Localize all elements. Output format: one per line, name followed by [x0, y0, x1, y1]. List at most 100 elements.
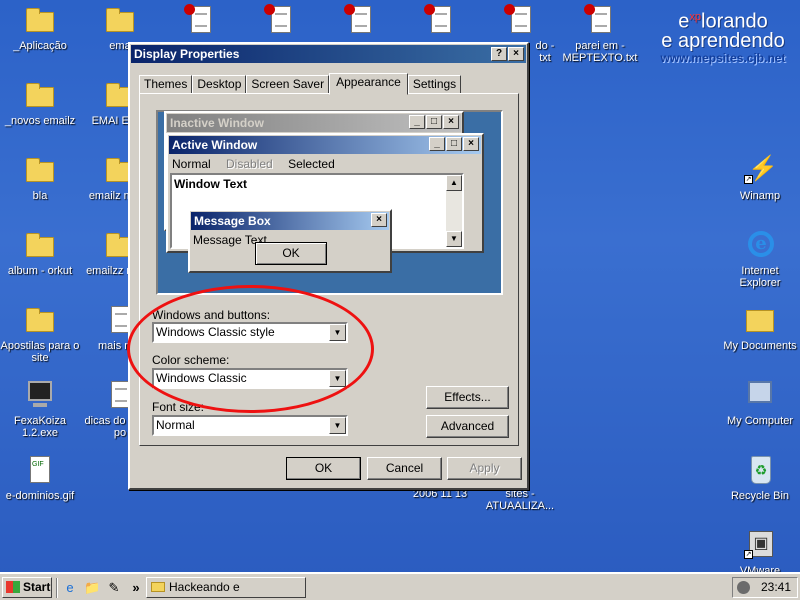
preview-menu-bar: Normal Disabled Selected	[168, 155, 482, 173]
dialog-tabs: Themes Desktop Screen Saver Appearance S…	[139, 73, 462, 95]
desktop-icon-vmware[interactable]: ▣ ↗ VMware	[720, 529, 800, 577]
desktop-icon-winamp[interactable]: ⚡ ↗ Winamp	[720, 154, 800, 203]
appearance-preview: Inactive Window _ □ × Active Window _ □ …	[156, 110, 503, 295]
pin-icon	[584, 4, 595, 15]
preview-menu-selected: Selected	[288, 157, 335, 171]
desktop-icon-recycle-bin[interactable]: ♻ Recycle Bin	[720, 454, 800, 502]
desktop-icon-text-file[interactable]	[160, 4, 240, 40]
pin-icon	[184, 4, 195, 15]
folder-icon[interactable]: 📁	[84, 580, 100, 596]
desktop-icon-sites-atualiza[interactable]: sites - ATUAALIZA...	[480, 488, 560, 512]
ok-button[interactable]: OK	[286, 457, 361, 480]
start-button[interactable]: Start	[2, 577, 52, 598]
cancel-button[interactable]: Cancel	[367, 457, 442, 480]
close-icon: ×	[463, 137, 479, 151]
preview-inactive-titlebar: Inactive Window _ □ ×	[167, 114, 461, 132]
windows-buttons-value: Windows Classic style	[156, 325, 275, 339]
folder-icon	[26, 308, 54, 332]
desktop-icon-label: Winamp	[739, 190, 781, 202]
my-documents-icon	[746, 310, 774, 332]
maximize-icon: □	[446, 137, 462, 151]
preview-window-text: Window Text	[174, 177, 247, 191]
desktop-icon-novos-emailz[interactable]: _novos emailz	[0, 79, 80, 127]
close-button[interactable]: ×	[508, 47, 524, 61]
close-icon: ×	[371, 213, 387, 227]
my-computer-icon	[748, 381, 772, 403]
preview-active-title: Active Window	[172, 138, 258, 152]
desktop-icon-text-file[interactable]	[240, 4, 320, 40]
desktop-icon-label: FexaKoiza 1.2.exe	[14, 415, 66, 439]
tab-themes[interactable]: Themes	[139, 75, 193, 94]
preview-scrollbar: ▲ ▼	[446, 175, 462, 247]
desktop-icon-aplicacao[interactable]: _Aplicação	[0, 4, 80, 52]
appearance-panel: Inactive Window _ □ × Active Window _ □ …	[139, 93, 519, 446]
advanced-button[interactable]: Advanced	[426, 415, 509, 438]
tab-appearance[interactable]: Appearance	[329, 73, 408, 95]
desktop-icon-label: My Documents	[723, 340, 797, 352]
desktop-icon-e-dominios[interactable]: e-dominios.gif	[0, 454, 80, 502]
edit-icon[interactable]: ✎	[106, 580, 122, 596]
minimize-icon: _	[429, 137, 445, 151]
desktop-icon-label: bla	[32, 190, 48, 202]
preview-active-titlebar: Active Window _ □ ×	[169, 136, 481, 154]
brand-line-1: explorando	[678, 10, 768, 33]
preview-inactive-title: Inactive Window	[170, 116, 264, 130]
tab-desktop[interactable]: Desktop	[192, 75, 247, 94]
tab-settings[interactable]: Settings	[407, 75, 462, 94]
preview-ok-button: OK	[255, 242, 327, 265]
apply-button[interactable]: Apply	[447, 457, 522, 480]
desktop-icon-label: sites - ATUAALIZA...	[485, 488, 555, 512]
pin-icon	[504, 4, 515, 15]
desktop-icon-text-file[interactable]	[400, 4, 480, 40]
chevron-right-icon[interactable]: »	[128, 580, 144, 596]
desktop-icon-fexakoiza[interactable]: FexaKoiza 1.2.exe	[0, 379, 80, 439]
preview-message-box-title: Message Box	[194, 214, 271, 228]
folder-icon	[26, 158, 54, 182]
desktop-icon-album-orkut[interactable]: album - orkut	[0, 229, 80, 277]
font-size-select[interactable]: Normal ▼	[152, 415, 348, 436]
taskbar-separator	[56, 578, 58, 598]
desktop-icon-parei-em[interactable]: parei em - MEPTEXTO.txt	[560, 4, 640, 64]
desktop-icon-internet-explorer[interactable]: e Internet Explorer	[720, 229, 800, 289]
folder-icon	[151, 582, 165, 592]
computer-program-icon	[28, 381, 52, 407]
display-properties-dialog: Display Properties ? × Themes Desktop Sc…	[128, 42, 529, 490]
maximize-icon: □	[426, 115, 442, 129]
color-scheme-value: Windows Classic	[156, 371, 247, 385]
internet-explorer-icon[interactable]: e	[62, 580, 78, 596]
recycle-bin-icon: ♻	[751, 456, 771, 484]
color-scheme-select[interactable]: Windows Classic ▼	[152, 368, 348, 389]
security-shield-icon[interactable]	[737, 581, 750, 594]
desktop-icon-label: parei em - MEPTEXTO.txt	[562, 40, 638, 64]
task-label: Hackeando e aprendendo	[169, 580, 240, 600]
task-button-hackeando[interactable]: Hackeando e aprendendo	[146, 577, 306, 600]
effects-button[interactable]: Effects...	[426, 386, 509, 409]
chevron-down-icon[interactable]: ▼	[329, 370, 346, 387]
desktop-icon-label: e-dominios.gif	[5, 490, 75, 502]
folder-icon	[26, 8, 54, 32]
taskbar: Start e 📁 ✎ » Hackeando e aprendendo 23:…	[0, 572, 800, 600]
desktop-icon-my-documents[interactable]: My Documents	[720, 304, 800, 352]
scroll-down-icon: ▼	[446, 231, 462, 247]
preview-message-box-titlebar: Message Box ×	[191, 212, 389, 230]
desktop-icon-my-computer[interactable]: My Computer	[720, 379, 800, 427]
clock[interactable]: 23:41	[761, 578, 791, 597]
dialog-titlebar[interactable]: Display Properties ? ×	[131, 45, 526, 63]
windows-buttons-select[interactable]: Windows Classic style ▼	[152, 322, 348, 343]
desktop-icon-apostilas[interactable]: Apostilas para o site	[0, 304, 80, 364]
shortcut-arrow-icon: ↗	[744, 175, 753, 184]
desktop-icon-bla[interactable]: bla	[0, 154, 80, 202]
desktop-icon-text-file[interactable]	[320, 4, 400, 40]
desktop-icon-label: Apostilas para o site	[0, 340, 80, 364]
system-tray: 23:41	[732, 577, 798, 598]
chevron-down-icon[interactable]: ▼	[329, 324, 346, 341]
tab-screen-saver[interactable]: Screen Saver	[246, 75, 330, 94]
chevron-down-icon[interactable]: ▼	[329, 417, 346, 434]
desktop-icon-label: Recycle Bin	[730, 490, 790, 502]
gif-file-icon	[30, 456, 50, 483]
help-button[interactable]: ?	[491, 47, 507, 61]
dialog-title: Display Properties	[134, 47, 240, 61]
minimize-icon: _	[409, 115, 425, 129]
windows-buttons-label: Windows and buttons:	[152, 308, 271, 322]
desktop-icon-label: album - orkut	[7, 265, 73, 277]
